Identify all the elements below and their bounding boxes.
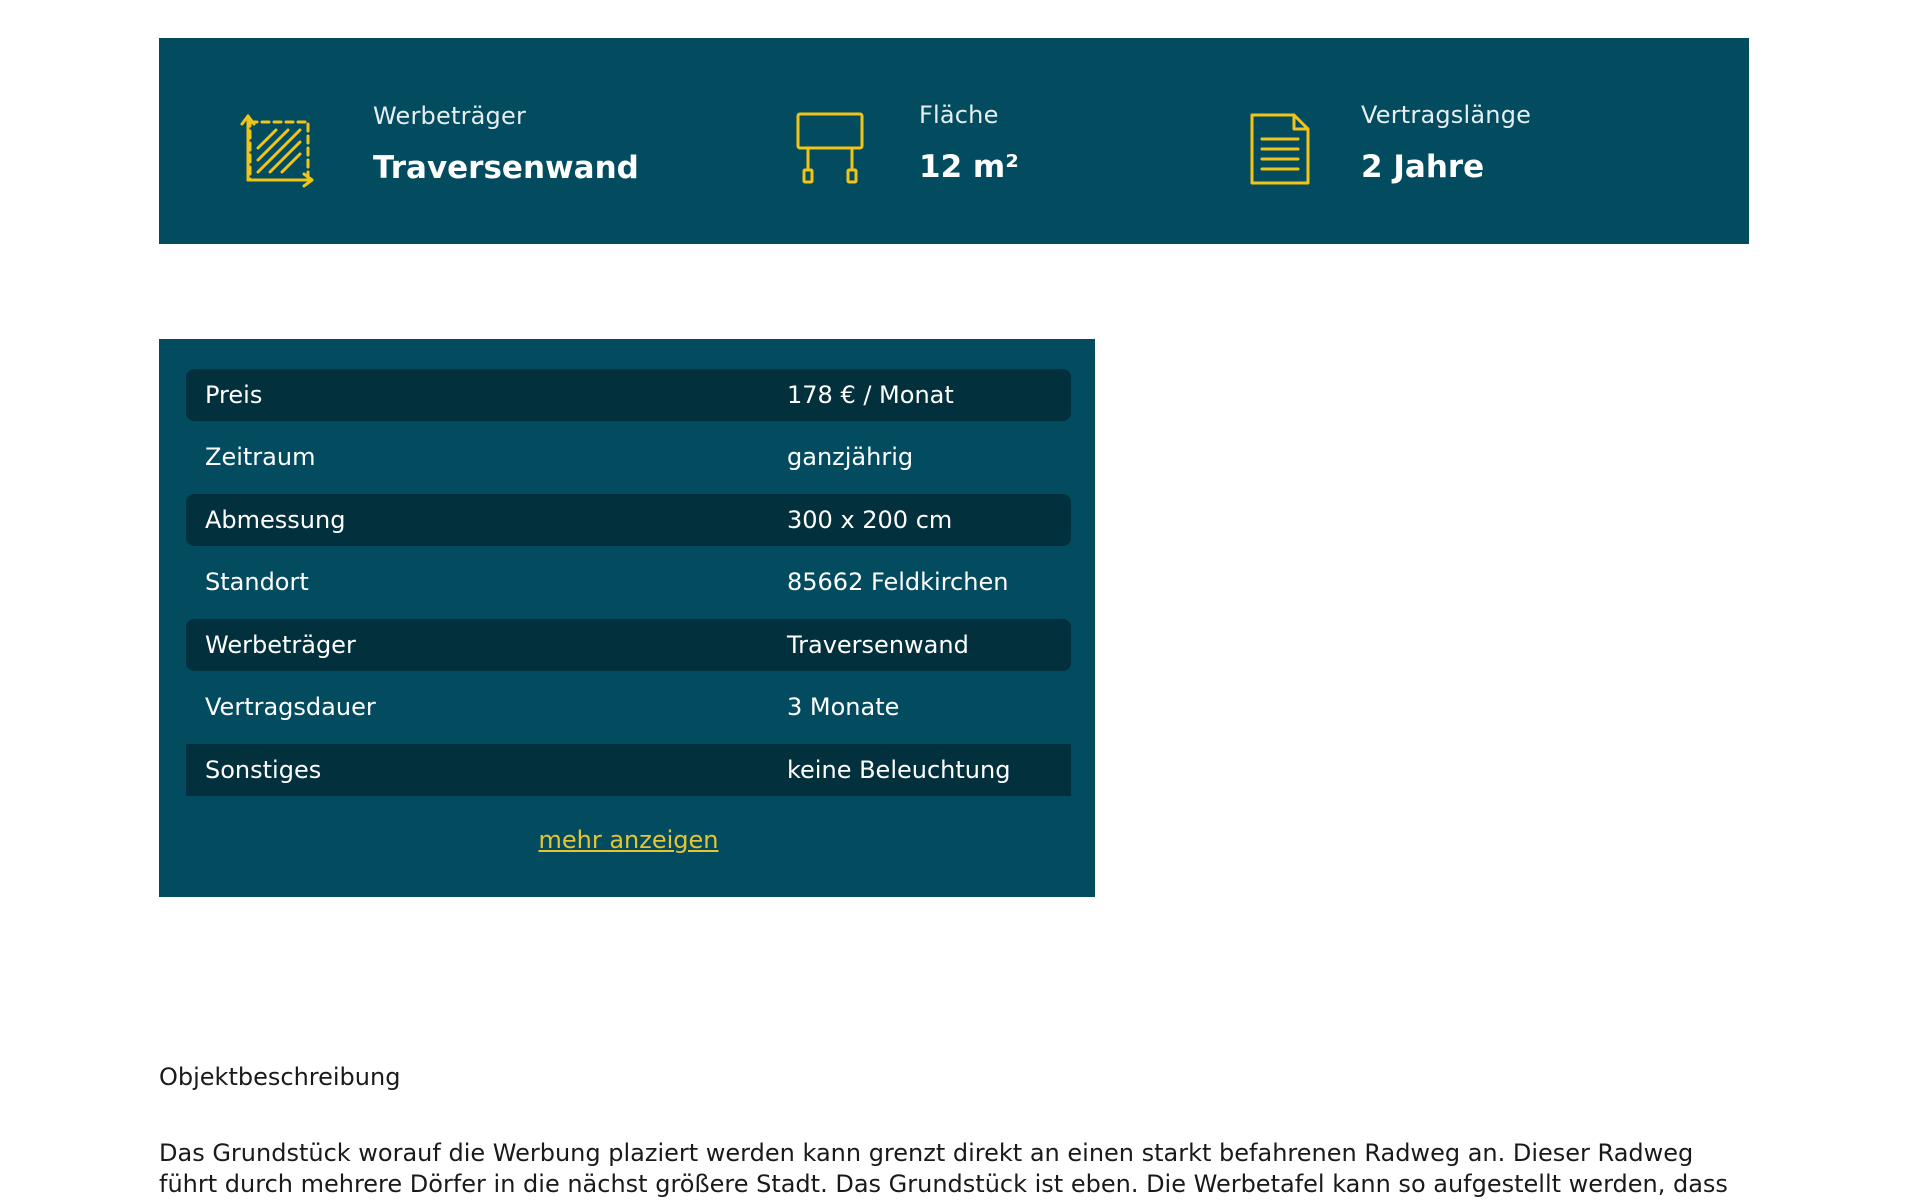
feature-label: Vertragslänge xyxy=(1361,101,1532,129)
feature-label: Fläche xyxy=(919,101,999,129)
details-row-sonstiges: Sonstiges keine Beleuchtung xyxy=(186,744,1071,796)
description-title: Objektbeschreibung xyxy=(159,1063,401,1091)
details-row-preis: Preis 178 € / Monat xyxy=(186,369,1071,421)
details-key: Werbeträger xyxy=(205,631,356,659)
details-value: ganzjährig xyxy=(787,443,914,471)
listing-page: Werbeträger Traversenwand Fläche 12 m² V… xyxy=(0,0,1908,1200)
details-value: Traversenwand xyxy=(787,631,969,659)
show-more-link[interactable]: mehr anzeigen xyxy=(186,826,1071,854)
details-key: Abmessung xyxy=(205,506,346,534)
details-key: Vertragsdauer xyxy=(205,693,376,721)
billboard-icon xyxy=(794,110,866,190)
document-icon xyxy=(1248,111,1312,187)
details-card: Preis 178 € / Monat Zeitraum ganzjährig … xyxy=(159,339,1095,897)
description-text: Das Grundstück worauf die Werbung plazie… xyxy=(159,1139,1728,1198)
feature-value: Traversenwand xyxy=(373,150,639,186)
details-value: keine Beleuchtung xyxy=(787,756,1011,784)
details-row-standort: Standort 85662 Feldkirchen xyxy=(186,556,1071,608)
details-key: Zeitraum xyxy=(205,443,316,471)
details-row-werbetraeger: Werbeträger Traversenwand xyxy=(186,619,1071,671)
resize-area-icon xyxy=(240,112,316,188)
details-value: 85662 Feldkirchen xyxy=(787,568,1009,596)
feature-value: 2 Jahre xyxy=(1361,149,1485,185)
details-row-abmessung: Abmessung 300 x 200 cm xyxy=(186,494,1071,546)
details-key: Sonstiges xyxy=(205,756,322,784)
feature-value: 12 m² xyxy=(919,149,1019,185)
details-key: Standort xyxy=(205,568,309,596)
details-key: Preis xyxy=(205,381,263,409)
details-row-vertragsdauer: Vertragsdauer 3 Monate xyxy=(186,681,1071,733)
details-value: 300 x 200 cm xyxy=(787,506,953,534)
feature-label: Werbeträger xyxy=(373,102,527,130)
details-value: 178 € / Monat xyxy=(787,381,954,409)
feature-bar: Werbeträger Traversenwand Fläche 12 m² V… xyxy=(159,38,1749,244)
details-value: 3 Monate xyxy=(787,693,900,721)
details-row-zeitraum: Zeitraum ganzjährig xyxy=(186,431,1071,483)
